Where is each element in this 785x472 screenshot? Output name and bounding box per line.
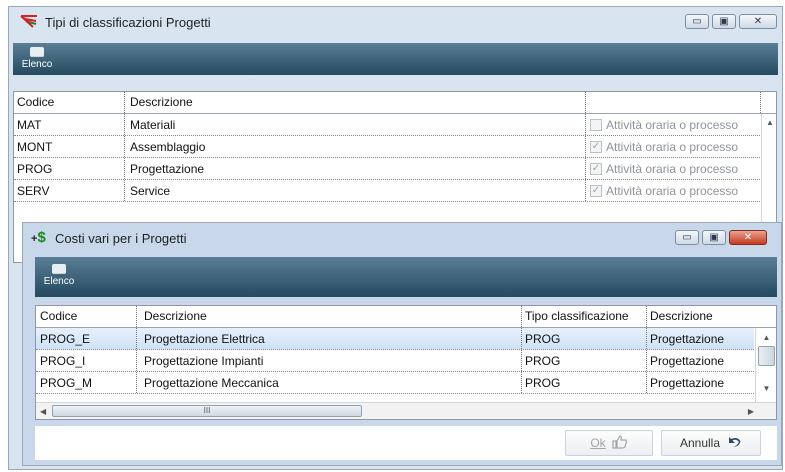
elenco-button[interactable]: Elenco — [19, 44, 55, 74]
cell-descrizione-tipo: Progettazione — [650, 354, 725, 368]
maximize-button[interactable]: ▣ — [712, 14, 736, 29]
table-row[interactable]: PROG Progettazione ✓ Attività oraria o p… — [14, 158, 760, 180]
attivita-checkbox[interactable]: ✓ Attività oraria o processo — [590, 162, 738, 176]
checkbox-label: Attività oraria o processo — [606, 184, 739, 198]
titlebar[interactable]: +$ Costi vari per i Progetti ▭ ▣ ✕ — [23, 223, 781, 253]
cell-tipo: PROG — [525, 376, 561, 390]
table-row[interactable]: PROG_I Progettazione Impianti PROG Proge… — [36, 350, 754, 372]
cell-descrizione: Progettazione — [130, 162, 205, 176]
table-row-selected[interactable]: PROG_E Progettazione Elettrica PROG Prog… — [36, 328, 754, 350]
col-descrizione-tipo[interactable]: Descrizione — [650, 309, 713, 323]
app-tree-icon — [19, 13, 39, 32]
check-icon: ✓ — [590, 141, 602, 153]
scroll-right-icon[interactable]: ▶ — [748, 407, 754, 416]
scroll-up-icon[interactable]: ▲ — [762, 118, 776, 127]
table-row[interactable]: PROG_M Progettazione Meccanica PROG Prog… — [36, 372, 754, 394]
checkbox-label: Attività oraria o processo — [606, 162, 739, 176]
checkbox-box — [590, 119, 602, 131]
hscroll-thumb[interactable]: III — [52, 405, 362, 417]
grid-header: Codice Descrizione Tipo classificazione … — [36, 306, 776, 328]
cell-codice: MONT — [17, 140, 53, 154]
window-title: Tipi di classificazioni Progetti — [45, 15, 211, 30]
cell-descrizione: Progettazione Impianti — [144, 354, 264, 368]
window-costi-vari: +$ Costi vari per i Progetti ▭ ▣ ✕ Elenc… — [22, 222, 782, 466]
money-plus-icon: +$ — [31, 229, 46, 246]
scroll-left-icon[interactable]: ◀ — [40, 407, 46, 416]
scroll-thumb[interactable] — [758, 346, 775, 366]
table-row[interactable]: MONT Assemblaggio ✓ Attività oraria o pr… — [14, 136, 760, 158]
close-button[interactable]: ✕ — [729, 230, 767, 245]
scroll-up-icon[interactable]: ▲ — [756, 333, 776, 342]
col-codice[interactable]: Codice — [17, 95, 54, 109]
maximize-button[interactable]: ▣ — [702, 230, 726, 245]
dialog-button-bar: Ok Annulla — [35, 426, 777, 460]
col-codice[interactable]: Codice — [40, 309, 77, 323]
cell-descrizione: Service — [130, 184, 171, 198]
ok-label: Ok — [590, 436, 606, 450]
cell-descrizione-tipo: Progettazione — [650, 376, 725, 390]
close-button[interactable]: ✕ — [739, 14, 777, 29]
minimize-button[interactable]: ▭ — [675, 230, 699, 245]
minimize-button[interactable]: ▭ — [685, 14, 709, 29]
costi-grid: Codice Descrizione Tipo classificazione … — [35, 305, 777, 420]
grid-header: Codice Descrizione — [14, 92, 776, 114]
check-icon: ✓ — [590, 163, 602, 175]
attivita-checkbox[interactable]: ✓ Attività oraria o processo — [590, 184, 738, 198]
titlebar[interactable]: Tipi di classificazioni Progetti ▭ ▣ ✕ — [9, 7, 782, 37]
col-descrizione[interactable]: Descrizione — [144, 309, 207, 323]
window-controls: ▭ ▣ ✕ — [675, 230, 767, 245]
elenco-label: Elenco — [21, 59, 53, 70]
cell-descrizione: Progettazione Meccanica — [144, 376, 279, 390]
scroll-down-icon[interactable]: ▼ — [756, 384, 776, 393]
window-controls: ▭ ▣ ✕ — [685, 14, 777, 29]
undo-arrow-icon — [726, 435, 742, 452]
cell-descrizione-tipo: Progettazione — [650, 332, 725, 346]
window-title: Costi vari per i Progetti — [55, 231, 187, 246]
cell-descrizione: Assemblaggio — [130, 140, 206, 154]
vertical-scrollbar[interactable]: ▲ ▼ — [755, 328, 776, 402]
table-row[interactable]: SERV Service ✓ Attività oraria o process… — [14, 180, 760, 202]
table-row[interactable]: MAT Materiali Attività oraria o processo — [14, 114, 760, 136]
cell-codice: MAT — [17, 118, 42, 132]
col-descrizione[interactable]: Descrizione — [130, 95, 193, 109]
printer-icon — [52, 264, 66, 274]
annulla-label: Annulla — [679, 436, 721, 450]
elenco-label: Elenco — [43, 276, 75, 287]
annulla-button[interactable]: Annulla — [661, 430, 761, 456]
cell-tipo: PROG — [525, 332, 561, 346]
col-tipo-classificazione[interactable]: Tipo classificazione — [525, 309, 629, 323]
cell-codice: PROG — [17, 162, 53, 176]
cell-codice: PROG_E — [40, 332, 91, 346]
checkbox-label: Attività oraria o processo — [606, 118, 739, 132]
checkbox-label: Attività oraria o processo — [606, 140, 739, 154]
attivita-checkbox[interactable]: ✓ Attività oraria o processo — [590, 140, 738, 154]
cell-codice: PROG_I — [40, 354, 86, 368]
elenco-button[interactable]: Elenco — [41, 261, 77, 291]
thumbs-up-icon — [612, 434, 628, 452]
cell-codice: PROG_M — [40, 376, 93, 390]
ok-button[interactable]: Ok — [565, 430, 653, 456]
check-icon: ✓ — [590, 185, 602, 197]
cell-tipo: PROG — [525, 354, 561, 368]
printer-icon — [30, 47, 44, 57]
attivita-checkbox[interactable]: Attività oraria o processo — [590, 118, 738, 132]
cell-descrizione: Progettazione Elettrica — [144, 332, 265, 346]
toolbar: Elenco — [35, 257, 777, 297]
cell-codice: SERV — [17, 184, 50, 198]
toolbar: Elenco — [13, 43, 778, 75]
cell-descrizione: Materiali — [130, 118, 176, 132]
horizontal-scrollbar[interactable]: ◀ III ▶ — [36, 402, 776, 419]
